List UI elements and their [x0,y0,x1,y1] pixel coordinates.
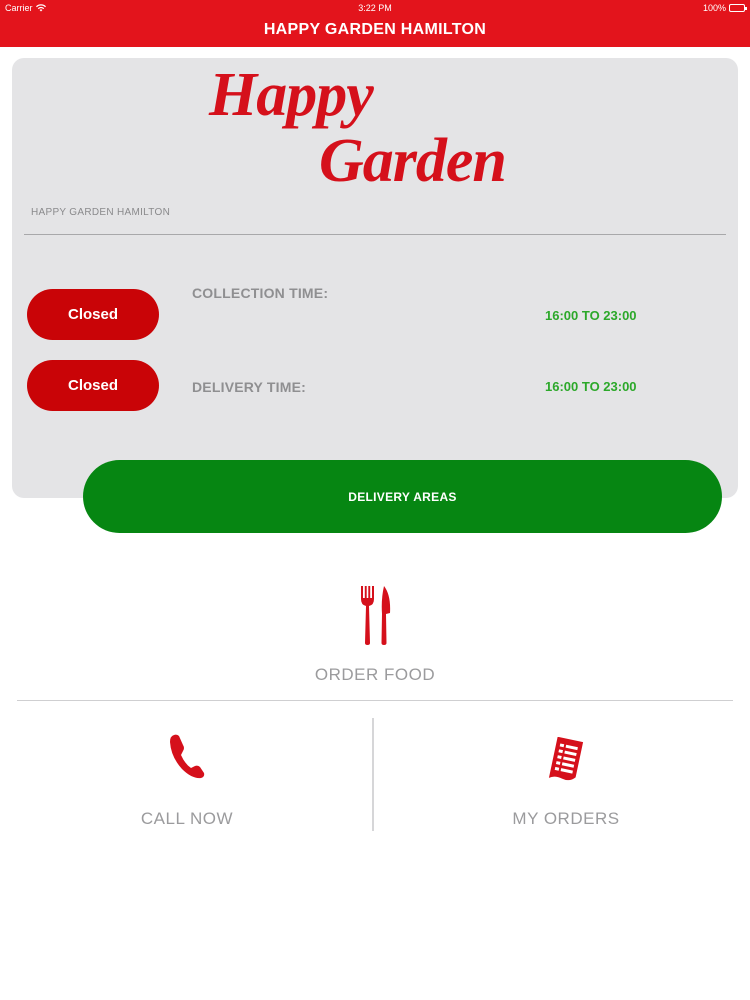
fork-knife-icon [361,586,391,645]
status-time: 3:22 PM [358,3,392,13]
my-orders-action[interactable]: MY ORDERS [466,737,666,829]
my-orders-label: MY ORDERS [512,809,620,828]
delivery-time-label: DELIVERY TIME: [192,379,307,395]
actions-vertical-divider [372,718,374,831]
phone-icon [170,734,205,779]
actions-divider [17,700,733,701]
call-now-label: CALL NOW [140,809,234,828]
restaurant-info-card: Happy Garden HAPPY GARDEN HAMILTON Close… [12,58,738,498]
status-bar: Carrier 3:22 PM 100% [0,0,750,16]
battery-percent: 100% [702,3,726,13]
page-title: HAPPY GARDEN HAMILTON [263,21,487,38]
app-screen: Carrier 3:22 PM 100% HAPPY GARDEN HAMILT… [0,0,750,1000]
receipt-icon [548,737,584,781]
battery-indicator: 100% [702,0,747,16]
collection-time-label: COLLECTION TIME: [192,285,329,301]
logo-line-1: Happy [209,61,374,129]
app-header: Carrier 3:22 PM 100% HAPPY GARDEN HAMILT… [0,0,750,47]
delivery-areas-button[interactable]: DELIVERY AREAS [83,460,722,533]
order-food-action[interactable]: ORDER FOOD [275,585,475,685]
battery-icon [729,4,747,12]
happy-garden-logo: Happy Garden [12,58,738,198]
delivery-hours: 16:00 TO 23:00 [545,379,637,394]
collection-hours: 16:00 TO 23:00 [545,308,637,323]
delivery-status-button[interactable]: Closed [27,360,159,411]
card-divider [24,234,726,235]
restaurant-name: HAPPY GARDEN HAMILTON [31,207,171,218]
collection-status-button[interactable]: Closed [27,289,159,340]
order-food-label: ORDER FOOD [314,665,436,684]
call-now-action[interactable]: CALL NOW [87,733,287,829]
logo-line-2: Garden [319,127,507,195]
